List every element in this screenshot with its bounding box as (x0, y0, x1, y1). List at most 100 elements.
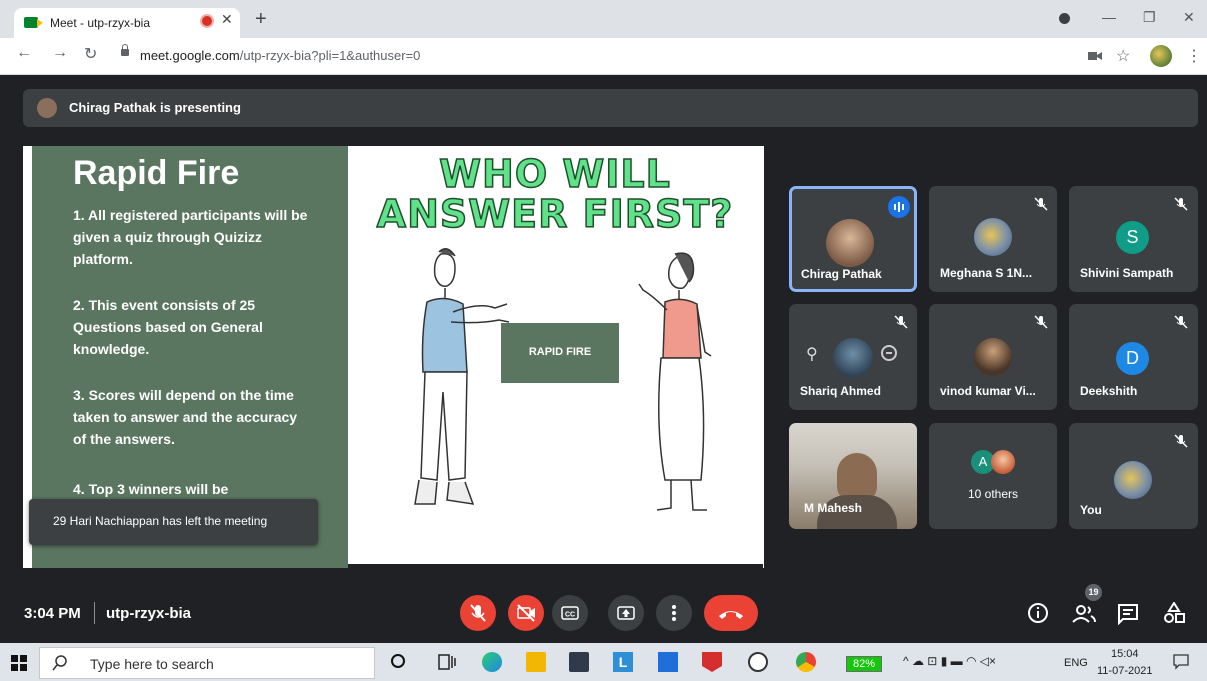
notifications-icon[interactable] (1173, 654, 1189, 670)
participant-name: You (1080, 503, 1102, 517)
participant-tile-vinod[interactable]: vinod kumar Vi... (929, 304, 1057, 410)
participant-tile-you[interactable]: You (1069, 423, 1198, 529)
reload-icon[interactable]: ↻ (84, 44, 97, 64)
system-app-icon[interactable] (748, 652, 768, 672)
participant-tile-meghana[interactable]: Meghana S 1N... (929, 186, 1057, 292)
chrome-icon[interactable] (796, 652, 816, 672)
mail-icon[interactable] (569, 652, 589, 672)
you-avatar (1114, 461, 1152, 499)
language-indicator[interactable]: ENG (1064, 657, 1088, 669)
activities-icon[interactable] (1163, 602, 1185, 624)
meet-stage: Chirag Pathak is presenting Rapid Fire 1… (0, 75, 1207, 643)
remove-icon[interactable] (881, 345, 897, 361)
battery-indicator[interactable]: 82% (846, 656, 882, 672)
presenting-text: Chirag Pathak is presenting (69, 100, 241, 115)
participant-left-toast: 29 Hari Nachiappan has left the meeting (29, 499, 318, 545)
browser-tab-bar: Meet - utp-rzyx-bia ✕ + — ❐ ✕ (0, 0, 1207, 38)
shivini-avatar: S (1116, 221, 1149, 254)
slide-rule-1: 1. All registered participants will be g… (73, 207, 308, 267)
new-tab-icon[interactable]: + (255, 9, 267, 29)
taskbar-search-box[interactable]: Type here to search (39, 647, 375, 679)
camera-off-icon (517, 604, 535, 622)
edge-icon[interactable] (482, 652, 502, 672)
more-options-button[interactable] (656, 595, 692, 631)
deekshith-avatar: D (1116, 342, 1149, 375)
meet-favicon-icon (24, 17, 43, 28)
divider (94, 602, 95, 624)
back-icon[interactable]: ← (16, 44, 32, 62)
bookmark-star-icon[interactable]: ☆ (1116, 46, 1130, 66)
mahesh-video-feed (837, 453, 877, 501)
windows-start-icon[interactable] (11, 655, 27, 671)
shariq-avatar (833, 338, 873, 378)
url-text: meet.google.com/utp-rzyx-bia?pli=1&authu… (140, 48, 421, 63)
outlook-icon[interactable] (658, 652, 678, 672)
address-bar[interactable]: meet.google.com/utp-rzyx-bia?pli=1&authu… (110, 42, 1202, 70)
close-tab-icon[interactable]: ✕ (221, 11, 233, 28)
l-app-icon[interactable]: L (613, 652, 633, 672)
slide-rule-2: 2. This event consists of 25 Questions b… (73, 297, 263, 357)
participant-name: Meghana S 1N... (940, 266, 1033, 280)
participant-tile-shariq[interactable]: ⚲ Shariq Ahmed (789, 304, 917, 410)
pin-icon[interactable]: ⚲ (806, 344, 818, 364)
mcafee-icon[interactable] (702, 652, 722, 672)
people-icon[interactable] (1072, 603, 1096, 625)
presenter-avatar (37, 98, 57, 118)
participant-tile-deekshith[interactable]: D Deekshith (1069, 304, 1198, 410)
rapid-fire-box-label: RAPID FIRE (528, 346, 592, 358)
browser-menu-icon[interactable]: ⋮ (1186, 46, 1202, 66)
camera-permission-icon[interactable] (1088, 50, 1102, 62)
windows-taskbar: Type here to search L 82% ^ ☁ ⊡ ▮ ▬ ◠ ◁×… (0, 643, 1207, 681)
forward-icon[interactable]: → (52, 44, 68, 62)
people-count-badge: 19 (1085, 584, 1102, 601)
search-icon (52, 655, 67, 671)
minimize-icon[interactable]: — (1102, 9, 1116, 25)
toast-text: 29 Hari Nachiappan has left the meeting (53, 514, 268, 528)
captions-button[interactable]: CC (552, 595, 588, 631)
participant-name: Deekshith (1080, 384, 1138, 398)
mic-off-icon (1034, 197, 1048, 211)
participant-name: M Mahesh (804, 501, 863, 515)
meeting-code: utp-rzyx-bia (106, 605, 192, 622)
meeting-details-icon[interactable] (1027, 602, 1049, 624)
mic-off-icon (894, 315, 908, 329)
tab-title: Meet - utp-rzyx-bia (50, 16, 151, 30)
others-count: 10 others (967, 487, 1019, 501)
mic-off-icon (1174, 434, 1188, 448)
browser-tab[interactable]: Meet - utp-rzyx-bia ✕ (14, 8, 240, 38)
file-explorer-icon[interactable] (526, 652, 546, 672)
present-icon (617, 606, 635, 620)
presenting-banner: Chirag Pathak is presenting (23, 89, 1198, 127)
task-view-icon[interactable] (438, 654, 456, 670)
rapid-fire-box: RAPID FIRE (501, 323, 619, 383)
slide-headline: WHO WILL ANSWER FIRST? (376, 152, 734, 236)
mic-off-icon (470, 604, 486, 622)
search-placeholder: Type here to search (90, 656, 214, 672)
svg-text:CC: CC (565, 612, 575, 619)
end-call-icon (719, 611, 743, 619)
leave-call-button[interactable] (704, 595, 758, 631)
close-window-icon[interactable]: ✕ (1183, 9, 1195, 26)
clock-date[interactable]: 11-07-2021 (1097, 665, 1152, 677)
mic-toggle-button[interactable] (460, 595, 496, 631)
participant-name: vinod kumar Vi... (940, 384, 1036, 398)
participant-tile-others[interactable]: A 10 others (929, 423, 1057, 529)
slide-title: Rapid Fire (73, 154, 240, 192)
present-now-button[interactable] (608, 595, 644, 631)
chat-icon[interactable] (1117, 603, 1139, 625)
participant-tile-chirag[interactable]: Chirag Pathak (789, 186, 917, 292)
slide-rule-4: 4. Top 3 winners will be (73, 481, 229, 497)
clock-time[interactable]: 15:04 (1111, 648, 1139, 660)
mic-off-icon (1034, 315, 1048, 329)
maximize-icon[interactable]: ❐ (1143, 9, 1156, 26)
profile-indicator-icon[interactable] (1059, 13, 1070, 24)
tray-icons[interactable]: ^ ☁ ⊡ ▮ ▬ ◠ ◁× (903, 654, 996, 668)
cortana-icon[interactable] (391, 654, 405, 668)
woman-illustration (638, 252, 712, 511)
recording-indicator-icon (202, 16, 212, 26)
participant-tile-mahesh[interactable]: M Mahesh (789, 423, 917, 529)
camera-toggle-button[interactable] (508, 595, 544, 631)
slide-rule-3: 3. Scores will depend on the time taken … (73, 387, 298, 447)
participant-tile-shivini[interactable]: S Shivini Sampath (1069, 186, 1198, 292)
profile-avatar[interactable] (1150, 45, 1172, 67)
